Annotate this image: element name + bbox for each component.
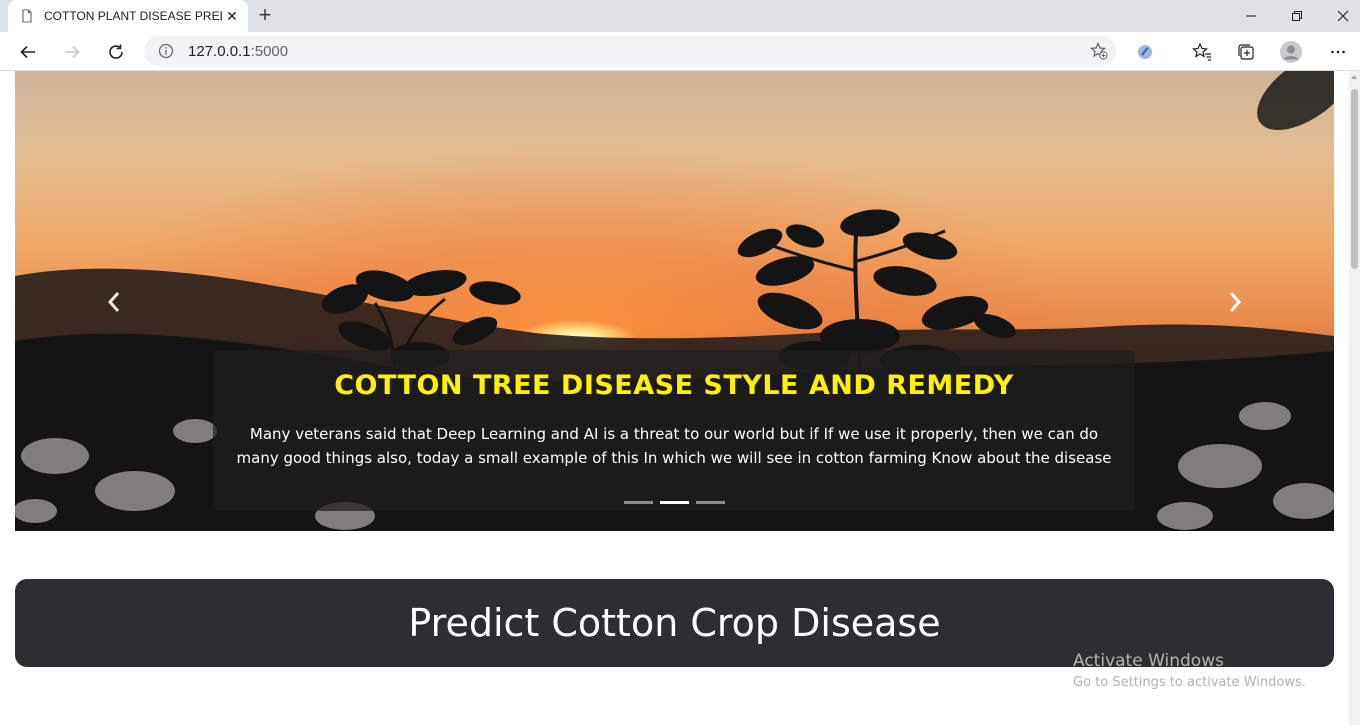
add-favorite-icon[interactable] [1090, 42, 1108, 60]
collections-icon[interactable] [1234, 40, 1258, 64]
carousel-indicator-1[interactable] [624, 501, 653, 504]
watermark-subtitle: Go to Settings to activate Windows. [1073, 675, 1306, 690]
page-viewport: COTTON TREE DISEASE STYLE AND REMEDY Man… [0, 71, 1349, 725]
carousel-title: COTTON TREE DISEASE STYLE AND REMEDY [334, 370, 1014, 401]
refresh-icon[interactable] [102, 38, 130, 66]
forward-arrow-icon[interactable] [58, 38, 86, 66]
browser-toolbar: 127.0.0.1:5000 [0, 32, 1360, 92]
document-icon [22, 9, 32, 23]
close-icon[interactable]: ✕ [224, 8, 240, 24]
carousel-description: Many veterans said that Deep Learning an… [236, 425, 1112, 467]
browser-tab[interactable]: COTTON PLANT DISEASE PREDIC ✕ [8, 0, 248, 32]
scroll-thumb[interactable] [1351, 89, 1358, 269]
predict-title: Predict Cotton Crop Disease [408, 601, 941, 645]
plus-icon[interactable]: + [254, 4, 276, 27]
url-port: :5000 [250, 43, 289, 60]
tab-strip: COTTON PLANT DISEASE PREDIC ✕ + [0, 0, 1360, 32]
close-window-icon[interactable] [1320, 0, 1360, 32]
carousel-indicator-3[interactable] [696, 501, 725, 504]
more-icon[interactable] [1326, 40, 1350, 64]
info-icon[interactable] [158, 43, 174, 59]
favorites-icon[interactable] [1190, 40, 1214, 64]
carousel-caption: COTTON TREE DISEASE STYLE AND REMEDY Man… [213, 350, 1135, 511]
profile-icon[interactable] [1279, 40, 1303, 64]
carousel-next-button[interactable] [1220, 287, 1250, 317]
page-scrollbar[interactable] [1349, 71, 1360, 725]
chevron-right-icon [1229, 292, 1242, 312]
carousel-indicators [624, 501, 725, 504]
back-arrow-icon[interactable] [14, 38, 42, 66]
scroll-up-arrow[interactable] [1351, 75, 1357, 79]
extension-icon[interactable] [1133, 40, 1157, 64]
tab-title: COTTON PLANT DISEASE PREDIC [44, 9, 222, 23]
url-host: 127.0.0.1 [188, 43, 251, 60]
carousel-prev-button[interactable] [99, 287, 129, 317]
address-bar[interactable]: 127.0.0.1:5000 [144, 36, 1116, 66]
minimize-icon[interactable] [1228, 0, 1274, 32]
chevron-left-icon [107, 292, 120, 312]
carousel-indicator-2[interactable] [660, 501, 689, 504]
url-text: 127.0.0.1:5000 [188, 43, 288, 60]
hero-carousel[interactable]: COTTON TREE DISEASE STYLE AND REMEDY Man… [15, 71, 1334, 531]
activate-windows-watermark: Activate Windows Go to Settings to activ… [1073, 651, 1306, 690]
restore-icon[interactable] [1274, 0, 1320, 32]
watermark-title: Activate Windows [1073, 651, 1224, 671]
